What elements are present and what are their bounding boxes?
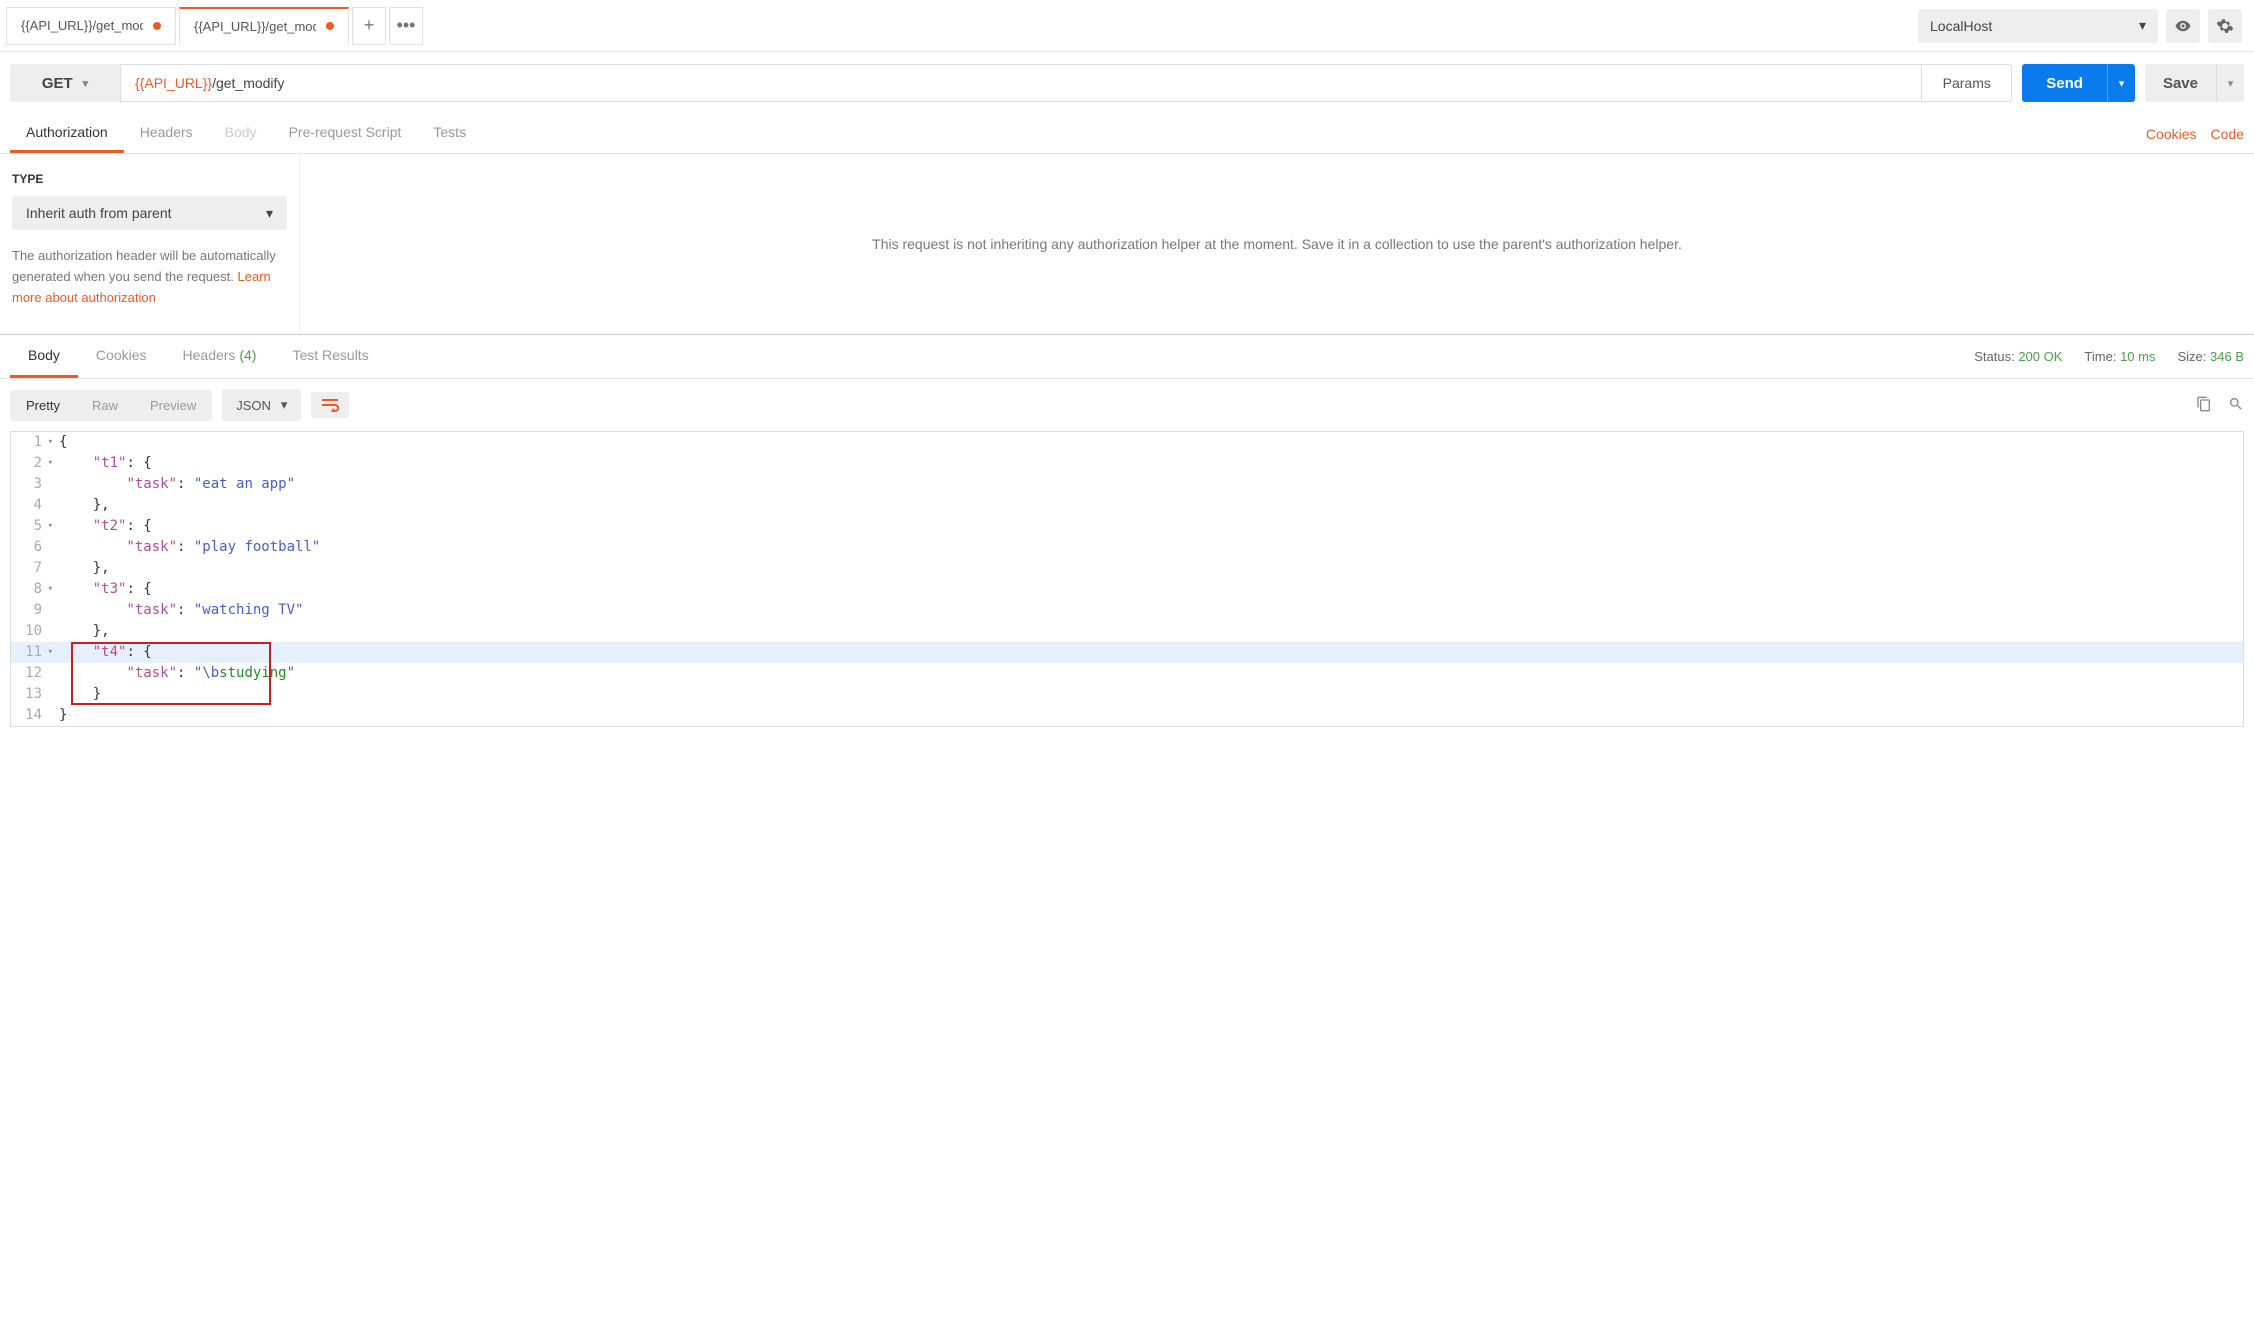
topbar-right: LocalHost ▾ <box>1918 9 2248 43</box>
code-line: 8▾ "t3": { <box>11 579 2243 600</box>
tab-headers[interactable]: Headers <box>124 114 209 153</box>
headers-count: (4) <box>239 347 256 363</box>
cookies-link[interactable]: Cookies <box>2146 116 2197 152</box>
save-dropdown[interactable]: ▾ <box>2216 64 2244 102</box>
code-link[interactable]: Code <box>2211 116 2244 152</box>
copy-icon <box>2196 396 2212 412</box>
request-tab-0[interactable]: {{API_URL}}/get_modif <box>6 7 176 45</box>
response-tab-body[interactable]: Body <box>10 335 78 378</box>
gear-icon <box>2216 17 2234 35</box>
tab-body[interactable]: Body <box>209 114 273 153</box>
code-line: 5▾ "t2": { <box>11 516 2243 537</box>
response-time: 10 ms <box>2120 349 2155 364</box>
environment-select[interactable]: LocalHost ▾ <box>1918 9 2158 43</box>
code-line: 4 }, <box>11 495 2243 516</box>
tab-label: {{API_URL}}/get_modif <box>194 19 316 34</box>
auth-type-select[interactable]: Inherit auth from parent ▾ <box>12 196 287 230</box>
format-select[interactable]: JSON ▾ <box>222 389 301 421</box>
code-line: 13 } <box>11 684 2243 705</box>
tab-label: {{API_URL}}/get_modif <box>21 18 143 33</box>
mode-preview[interactable]: Preview <box>134 390 212 421</box>
wrap-icon <box>321 398 339 412</box>
auth-description: The authorization header will be automat… <box>12 246 287 308</box>
response-tab-headers[interactable]: Headers (4) <box>165 335 275 378</box>
code-line: 10 }, <box>11 621 2243 642</box>
code-line: 7 }, <box>11 558 2243 579</box>
tabs-area: {{API_URL}}/get_modif {{API_URL}}/get_mo… <box>6 7 1918 45</box>
send-dropdown[interactable]: ▾ <box>2107 64 2135 102</box>
method-label: GET <box>42 75 73 92</box>
request-tab-1[interactable]: {{API_URL}}/get_modif <box>179 7 349 45</box>
settings-button[interactable] <box>2208 9 2242 43</box>
environment-quicklook-button[interactable] <box>2166 9 2200 43</box>
status-code: 200 OK <box>2018 349 2062 364</box>
tab-authorization[interactable]: Authorization <box>10 114 124 153</box>
chevron-down-icon: ▾ <box>2139 17 2146 34</box>
chevron-down-icon: ▾ <box>266 205 273 222</box>
url-path: /get_modify <box>212 75 284 91</box>
code-line: 9 "task": "watching TV" <box>11 600 2243 621</box>
code-line: 3 "task": "eat an app" <box>11 474 2243 495</box>
code-line: 6 "task": "play football" <box>11 537 2243 558</box>
response-tab-testresults[interactable]: Test Results <box>274 335 386 378</box>
code-line: 1▾{ <box>11 432 2243 453</box>
params-button[interactable]: Params <box>1922 64 2012 102</box>
tab-tests[interactable]: Tests <box>417 114 482 153</box>
eye-icon <box>2174 17 2192 35</box>
response-tabs: Body Cookies Headers (4) Test Results St… <box>0 334 2254 379</box>
mode-pretty[interactable]: Pretty <box>10 390 76 421</box>
code-line: 2▾ "t1": { <box>11 453 2243 474</box>
copy-button[interactable] <box>2196 396 2212 415</box>
response-body-viewer[interactable]: 1▾{2▾ "t1": {3 "task": "eat an app"4 },5… <box>10 431 2244 727</box>
chevron-down-icon: ▾ <box>83 77 89 90</box>
http-method-select[interactable]: GET ▾ <box>10 64 120 102</box>
wrap-toggle[interactable] <box>311 392 349 418</box>
tab-prerequest[interactable]: Pre-request Script <box>273 114 418 153</box>
response-tab-cookies[interactable]: Cookies <box>78 335 165 378</box>
auth-sidebar: TYPE Inherit auth from parent ▾ The auth… <box>0 154 300 334</box>
search-icon <box>2228 396 2244 412</box>
url-variable: {{API_URL}} <box>135 75 212 91</box>
code-line: 14} <box>11 705 2243 726</box>
authorization-panel: TYPE Inherit auth from parent ▾ The auth… <box>0 154 2254 334</box>
response-size: 346 B <box>2210 349 2244 364</box>
request-row: GET ▾ {{API_URL}}/get_modify Params Send… <box>0 52 2254 114</box>
search-button[interactable] <box>2228 396 2244 415</box>
body-toolbar: Pretty Raw Preview JSON ▾ <box>0 379 2254 431</box>
environment-label: LocalHost <box>1930 18 1992 34</box>
unsaved-dot-icon <box>326 22 334 30</box>
chevron-down-icon: ▾ <box>281 397 288 413</box>
auth-message: This request is not inheriting any autho… <box>300 154 2254 334</box>
request-tabs: Authorization Headers Body Pre-request S… <box>0 114 2254 154</box>
url-input[interactable]: {{API_URL}}/get_modify <box>120 64 1922 102</box>
save-button[interactable]: Save ▾ <box>2145 64 2244 102</box>
top-bar: {{API_URL}}/get_modif {{API_URL}}/get_mo… <box>0 0 2254 52</box>
code-line: 11▾ "t4": { <box>11 642 2243 663</box>
view-mode-group: Pretty Raw Preview <box>10 390 212 421</box>
auth-type-label: TYPE <box>12 172 287 186</box>
mode-raw[interactable]: Raw <box>76 390 134 421</box>
new-tab-button[interactable]: + <box>352 7 386 45</box>
send-button[interactable]: Send ▾ <box>2022 64 2135 102</box>
response-status: Status: 200 OK Time: 10 ms Size: 346 B <box>1974 349 2244 364</box>
tab-overflow-button[interactable]: ••• <box>389 7 423 45</box>
code-line: 12 "task": "\bstudying" <box>11 663 2243 684</box>
unsaved-dot-icon <box>153 22 161 30</box>
